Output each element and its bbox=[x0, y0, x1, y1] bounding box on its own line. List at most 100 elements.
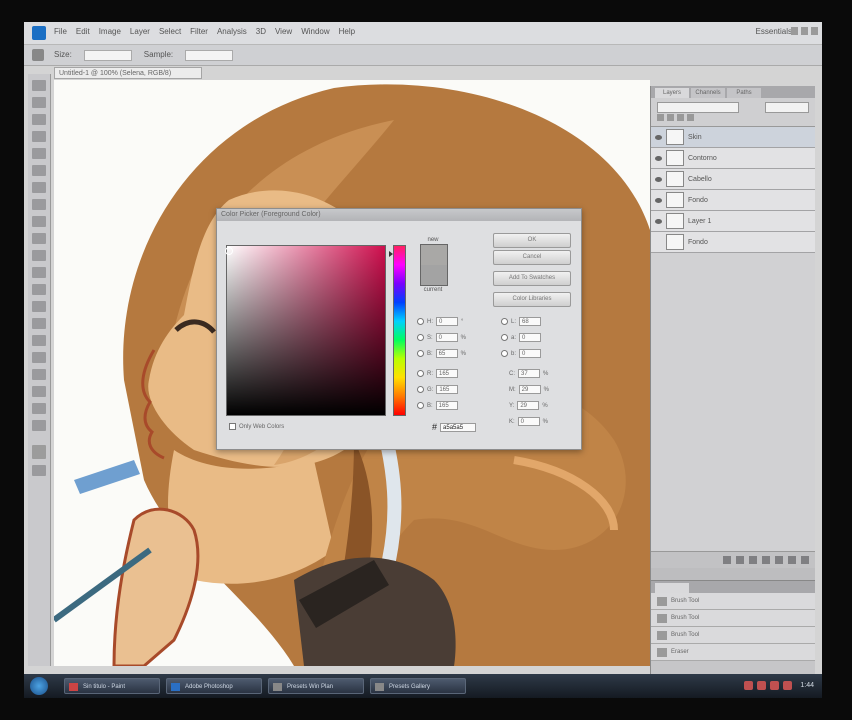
layer-row[interactable]: Cabello bbox=[651, 169, 815, 190]
menu-filter[interactable]: Filter bbox=[190, 27, 208, 36]
add-to-swatches-button[interactable]: Add To Swatches bbox=[493, 271, 571, 286]
healing-tool-icon[interactable] bbox=[32, 182, 46, 193]
menu-image[interactable]: Image bbox=[99, 27, 121, 36]
yellow-input[interactable]: 29 bbox=[517, 401, 540, 410]
color-libraries-button[interactable]: Color Libraries bbox=[493, 292, 571, 307]
dodge-tool-icon[interactable] bbox=[32, 301, 46, 312]
hue-slider-arrow-icon[interactable] bbox=[389, 251, 393, 257]
saturation-brightness-field[interactable] bbox=[226, 245, 386, 416]
lab-a-radio[interactable] bbox=[501, 334, 508, 341]
new-layer-icon[interactable] bbox=[788, 556, 796, 564]
lab-l-radio[interactable] bbox=[501, 318, 508, 325]
lock-transparency-icon[interactable] bbox=[657, 114, 664, 121]
taskbar-button[interactable]: Presets Gallery bbox=[370, 678, 466, 694]
brush-tool-icon[interactable] bbox=[32, 199, 46, 210]
lab-a-input[interactable]: 0 bbox=[519, 333, 542, 342]
3d-rotate-icon[interactable] bbox=[32, 386, 46, 397]
menu-edit[interactable]: Edit bbox=[76, 27, 90, 36]
layer-row[interactable]: Fondo bbox=[651, 232, 815, 253]
gradient-tool-icon[interactable] bbox=[32, 267, 46, 278]
history-brush-icon[interactable] bbox=[32, 233, 46, 244]
layer-row[interactable]: Contorno bbox=[651, 148, 815, 169]
blue-input[interactable]: 165 bbox=[435, 401, 458, 410]
taskbar-clock[interactable]: 1:44 bbox=[800, 682, 814, 689]
shape-tool-icon[interactable] bbox=[32, 369, 46, 380]
close-icon[interactable] bbox=[811, 27, 818, 35]
hex-input[interactable]: a5a5a5 bbox=[440, 422, 477, 432]
hand-tool-icon[interactable] bbox=[32, 403, 46, 414]
document-tab[interactable]: Untitled-1 @ 100% (Selena, RGB/8) bbox=[54, 67, 202, 79]
history-item[interactable]: Brush Tool bbox=[651, 610, 815, 627]
saturation-radio[interactable] bbox=[417, 334, 424, 341]
menu-help[interactable]: Help bbox=[339, 27, 355, 36]
link-layers-icon[interactable] bbox=[723, 556, 731, 564]
menu-analysis[interactable]: Analysis bbox=[217, 27, 247, 36]
menu-view[interactable]: View bbox=[275, 27, 292, 36]
maximize-icon[interactable] bbox=[801, 27, 808, 35]
color-field-cursor[interactable] bbox=[225, 247, 233, 255]
magenta-input[interactable]: 29 bbox=[518, 385, 541, 394]
minimize-icon[interactable] bbox=[791, 27, 798, 35]
quick-select-tool-icon[interactable] bbox=[32, 131, 46, 142]
layer-row[interactable]: Skin bbox=[651, 127, 815, 148]
saturation-input[interactable]: 0 bbox=[435, 333, 458, 342]
cancel-button[interactable]: Cancel bbox=[493, 250, 571, 265]
current-color-swatch[interactable] bbox=[420, 265, 448, 286]
zoom-tool-icon[interactable] bbox=[32, 420, 46, 431]
lock-all-icon[interactable] bbox=[687, 114, 694, 121]
update-icon[interactable] bbox=[783, 681, 793, 690]
layer-row[interactable]: Fondo bbox=[651, 190, 815, 211]
history-item[interactable]: Brush Tool bbox=[651, 593, 815, 610]
sample-size-select[interactable] bbox=[83, 50, 132, 61]
type-tool-icon[interactable] bbox=[32, 335, 46, 346]
visibility-eye-icon[interactable] bbox=[655, 134, 662, 140]
visibility-eye-icon[interactable] bbox=[655, 176, 662, 182]
hue-radio[interactable] bbox=[417, 318, 424, 325]
tab-channels[interactable]: Channels bbox=[691, 88, 725, 98]
hue-slider[interactable] bbox=[393, 245, 406, 416]
history-item[interactable]: Brush Tool bbox=[651, 627, 815, 644]
menu-window[interactable]: Window bbox=[301, 27, 329, 36]
ok-button[interactable]: OK bbox=[493, 233, 571, 248]
red-input[interactable]: 165 bbox=[436, 369, 458, 378]
layer-style-icon[interactable] bbox=[736, 556, 744, 564]
blur-tool-icon[interactable] bbox=[32, 284, 46, 295]
history-item[interactable]: Eraser bbox=[651, 644, 815, 661]
path-select-icon[interactable] bbox=[32, 352, 46, 363]
tab-history[interactable] bbox=[655, 583, 689, 593]
lab-b-radio[interactable] bbox=[501, 350, 508, 357]
tab-paths[interactable]: Paths bbox=[727, 88, 761, 98]
eraser-tool-icon[interactable] bbox=[32, 250, 46, 261]
blend-mode-select[interactable] bbox=[657, 102, 739, 113]
menu-3d[interactable]: 3D bbox=[256, 27, 266, 36]
marquee-tool-icon[interactable] bbox=[32, 97, 46, 108]
tab-layers[interactable]: Layers bbox=[655, 88, 689, 98]
network-icon[interactable] bbox=[744, 681, 754, 690]
foreground-color-icon[interactable] bbox=[32, 445, 46, 459]
workspace-switcher[interactable]: Essentials bbox=[756, 27, 792, 36]
taskbar-button[interactable]: Presets Win Plan bbox=[268, 678, 364, 694]
opacity-field[interactable] bbox=[765, 102, 809, 113]
lab-l-input[interactable]: 68 bbox=[519, 317, 542, 326]
lock-position-icon[interactable] bbox=[677, 114, 684, 121]
only-web-colors-checkbox[interactable] bbox=[229, 423, 236, 430]
adjustment-layer-icon[interactable] bbox=[762, 556, 770, 564]
visibility-eye-icon[interactable] bbox=[655, 197, 662, 203]
brightness-input[interactable]: 65 bbox=[435, 349, 458, 358]
visibility-eye-icon[interactable] bbox=[655, 155, 662, 161]
lab-b-input[interactable]: 0 bbox=[519, 349, 542, 358]
taskbar-button[interactable]: Sin titulo - Paint bbox=[64, 678, 160, 694]
visibility-eye-icon[interactable] bbox=[655, 218, 662, 224]
black-input[interactable]: 0 bbox=[517, 417, 540, 426]
green-input[interactable]: 165 bbox=[436, 385, 459, 394]
menu-file[interactable]: File bbox=[54, 27, 67, 36]
eyedropper-tool-icon[interactable] bbox=[32, 49, 44, 61]
menu-select[interactable]: Select bbox=[159, 27, 181, 36]
taskbar-button[interactable]: Adobe Photoshop bbox=[166, 678, 262, 694]
green-radio[interactable] bbox=[417, 386, 424, 393]
stamp-tool-icon[interactable] bbox=[32, 216, 46, 227]
trash-icon[interactable] bbox=[801, 556, 809, 564]
lock-pixels-icon[interactable] bbox=[667, 114, 674, 121]
quick-mask-icon[interactable] bbox=[32, 465, 46, 476]
document-canvas[interactable]: Color Picker (Foreground Color) new curr… bbox=[54, 80, 650, 666]
